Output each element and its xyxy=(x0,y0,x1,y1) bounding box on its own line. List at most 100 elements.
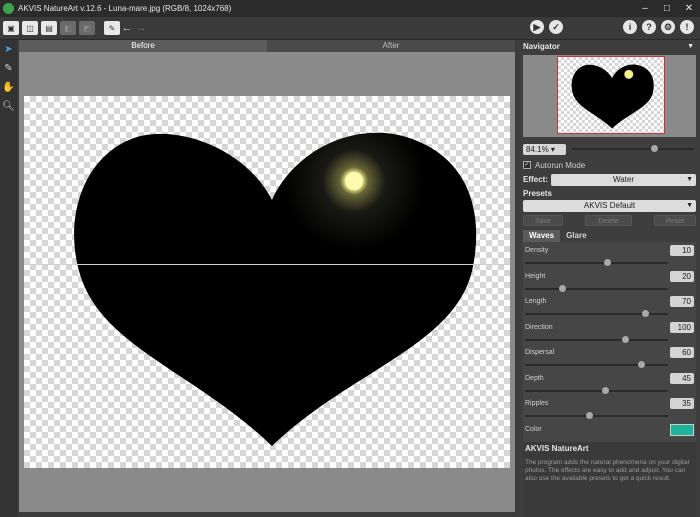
param-slider[interactable] xyxy=(525,359,668,371)
selection-tool-icon[interactable]: ➤ xyxy=(0,40,17,59)
navigator-header: Navigator ▼ xyxy=(523,40,694,53)
hand-tool-icon[interactable]: ✋ xyxy=(0,78,17,97)
param-label: Direction xyxy=(525,323,553,331)
param-label: Height xyxy=(525,272,546,280)
maximize-button[interactable]: □ xyxy=(656,0,678,17)
undo-icon[interactable]: ← xyxy=(120,22,134,34)
param-value-field[interactable]: 100 xyxy=(670,321,694,333)
param-value-field[interactable]: 70 xyxy=(670,296,694,307)
brush-tool-icon[interactable]: ✎ xyxy=(0,59,17,78)
navigator-thumbnail[interactable] xyxy=(557,56,665,134)
tab-waves[interactable]: Waves xyxy=(523,230,561,242)
preferences-icon[interactable]: ✎ xyxy=(104,21,120,35)
tools-panel: ➤ ✎ ✋ 🔍︎ xyxy=(0,40,17,517)
slider-knob[interactable] xyxy=(586,412,594,419)
param-ripples: Ripples 35 xyxy=(523,397,696,423)
help-icon[interactable]: ? xyxy=(642,20,656,34)
param-dispersal: Dispersal 60 xyxy=(523,346,696,372)
slider-knob[interactable] xyxy=(637,361,645,368)
param-height: Height 20 xyxy=(523,270,696,296)
param-slider[interactable] xyxy=(525,385,668,397)
param-value-field[interactable]: 10 xyxy=(670,245,694,256)
zoom-dropdown[interactable]: 84.1% ▾ xyxy=(523,143,566,155)
view-tabs: Before After xyxy=(19,40,515,52)
info-panel: AKVIS NatureArt The program adds the nat… xyxy=(523,442,696,517)
effect-row: Effect: Water ▼ xyxy=(523,173,700,186)
save-image-icon[interactable]: ◫ xyxy=(22,21,38,35)
param-value-field[interactable]: 35 xyxy=(670,398,694,409)
reset-preset-button[interactable]: Reset xyxy=(654,215,696,226)
chevron-down-icon: ▼ xyxy=(686,175,693,183)
slider-knob[interactable] xyxy=(622,335,630,343)
color-swatch[interactable] xyxy=(670,423,694,436)
zoom-slider-knob[interactable] xyxy=(651,145,659,152)
param-label: Length xyxy=(525,298,547,305)
color-label: Color xyxy=(525,425,542,433)
open-image-icon[interactable]: ▣ xyxy=(3,21,19,35)
window-title: AKVIS NatureArt v.12.6 - Luna-mare.jpg (… xyxy=(18,4,232,13)
param-slider[interactable] xyxy=(525,308,668,320)
autorun-checkbox[interactable]: ✓ xyxy=(523,161,531,169)
tab-glare[interactable]: Glare xyxy=(560,230,592,242)
zoom-slider[interactable] xyxy=(572,143,694,155)
minimize-button[interactable]: – xyxy=(634,0,656,17)
param-density: Density 10 xyxy=(523,244,696,270)
param-value-field[interactable]: 20 xyxy=(670,270,694,282)
document-image[interactable] xyxy=(24,96,510,468)
presets-select[interactable]: AKVIS Default ▼ xyxy=(523,200,696,212)
title-bar: AKVIS NatureArt v.12.6 - Luna-mare.jpg (… xyxy=(0,0,700,17)
color-row: Color xyxy=(523,423,696,438)
info-icon[interactable]: i xyxy=(623,20,637,34)
tab-after[interactable]: After xyxy=(267,40,515,52)
image-canvas[interactable] xyxy=(19,52,515,512)
water-horizon-line[interactable] xyxy=(24,264,510,265)
settings-tabs: Waves Glare xyxy=(523,230,700,242)
param-slider[interactable] xyxy=(525,334,668,346)
effect-select[interactable]: Water ▼ xyxy=(551,173,696,186)
batch-icon[interactable]: ▤ xyxy=(41,21,57,35)
waves-parameters: Density 10 Height 20 Length 70 Direction… xyxy=(523,242,696,442)
slider-knob[interactable] xyxy=(603,259,611,266)
main-toolbar: ▣ ◫ ▤ ◧ ◩ ✎ ← → ▶ ✓ i ? ⚙ ! xyxy=(0,17,700,40)
apply-icon[interactable]: ✓ xyxy=(549,20,563,34)
settings-icon[interactable]: ⚙ xyxy=(661,20,675,34)
zoom-tool-icon[interactable]: 🔍︎ xyxy=(0,97,17,116)
slider-knob[interactable] xyxy=(642,310,650,317)
presets-label: Presets xyxy=(523,189,552,198)
param-slider[interactable] xyxy=(525,410,668,422)
slider-knob[interactable] xyxy=(602,386,610,394)
collapse-icon[interactable]: ▼ xyxy=(687,40,694,53)
navigator-preview[interactable] xyxy=(523,55,696,137)
app-logo-icon xyxy=(3,3,14,14)
zoom-row: 84.1% ▾ xyxy=(523,143,700,155)
param-slider[interactable] xyxy=(525,283,668,295)
param-slider[interactable] xyxy=(525,257,668,269)
close-button[interactable]: ✕ xyxy=(678,0,700,17)
print-icon[interactable]: ◧ xyxy=(60,21,76,35)
param-length: Length 70 xyxy=(523,295,696,321)
settings-panel: Navigator ▼ 84.1% ▾ ✓ Autorun Mode Effect… xyxy=(519,40,700,517)
delete-preset-button[interactable]: Delete xyxy=(585,215,632,226)
slider-knob[interactable] xyxy=(559,284,567,292)
heart-moon-image xyxy=(74,132,477,447)
param-direction: Direction 100 xyxy=(523,321,696,347)
param-label: Dispersal xyxy=(525,349,555,356)
presets-section: Presets AKVIS Default ▼ xyxy=(523,189,700,212)
effect-label: Effect: xyxy=(523,175,548,184)
redo-icon[interactable]: → xyxy=(134,22,148,34)
save-preset-button[interactable]: Save xyxy=(523,215,563,226)
notification-icon[interactable]: ! xyxy=(680,20,694,34)
autorun-row: ✓ Autorun Mode xyxy=(523,159,700,171)
share-icon[interactable]: ◩ xyxy=(79,21,95,35)
info-title: AKVIS NatureArt xyxy=(525,444,589,453)
run-icon[interactable]: ▶ xyxy=(530,20,544,34)
param-label: Depth xyxy=(525,374,544,382)
param-value-field[interactable]: 60 xyxy=(670,347,694,358)
param-label: Ripples xyxy=(525,400,549,407)
tab-before[interactable]: Before xyxy=(19,40,267,52)
moon xyxy=(345,172,363,190)
param-value-field[interactable]: 45 xyxy=(670,372,694,384)
autorun-label: Autorun Mode xyxy=(535,160,586,170)
preset-buttons: Save Delete Reset xyxy=(523,215,700,226)
param-depth: Depth 45 xyxy=(523,372,696,398)
